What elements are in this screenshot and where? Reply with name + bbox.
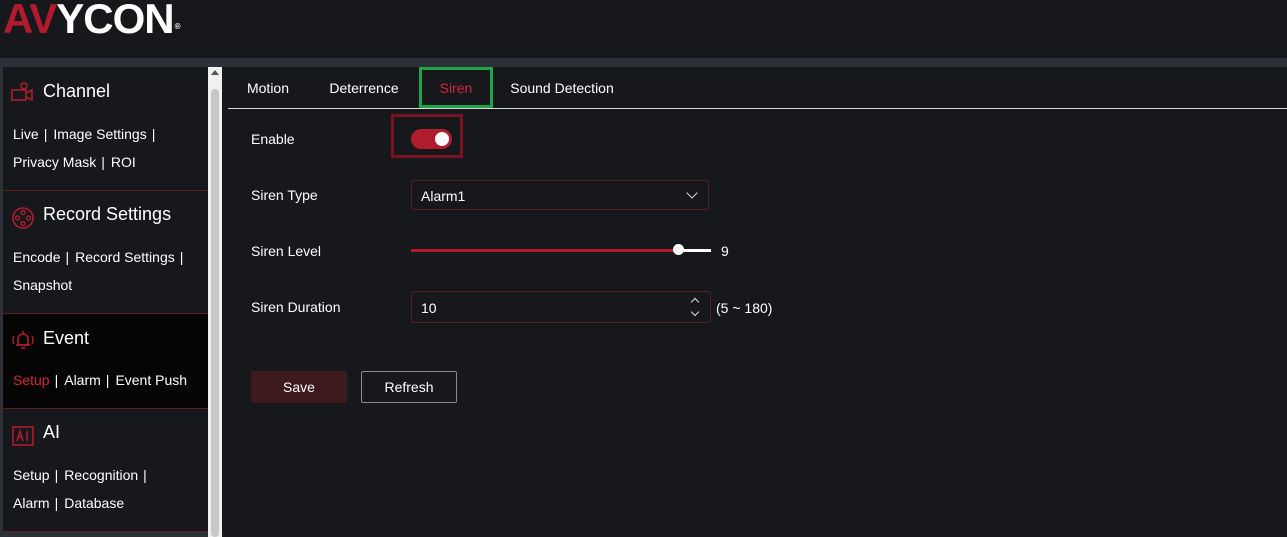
- link-recognition[interactable]: Recognition: [64, 467, 138, 483]
- sidebar-section-ai: AI Setup | Recognition | Alarm | Database: [3, 409, 208, 532]
- slider-fill: [411, 249, 678, 252]
- siren-duration-range: (5 ~ 180): [716, 300, 773, 316]
- siren-type-value: Alarm1: [421, 188, 466, 204]
- toggle-knob: [435, 132, 449, 146]
- siren-type-select[interactable]: Alarm1: [411, 180, 709, 210]
- siren-duration-value: 10: [421, 300, 437, 316]
- siren-duration-input[interactable]: 10: [411, 291, 711, 323]
- sidebar-title-channel: Channel: [43, 81, 111, 101]
- sidebar: Channel Live | Image Settings | Privacy Mas…: [0, 67, 222, 537]
- spin-up-icon[interactable]: [690, 297, 700, 307]
- spin-down-icon[interactable]: [690, 307, 700, 317]
- link-event-push[interactable]: Event Push: [115, 372, 187, 388]
- top-bar: AVYCON®: [0, 0, 1287, 58]
- sidebar-section-event: Event Setup | Alarm | Event Push: [3, 314, 208, 409]
- film-reel-icon: [12, 207, 34, 229]
- chevron-down-icon: [686, 187, 698, 199]
- tab-bar: Motion Deterrence Siren Sound Detection: [228, 67, 1287, 109]
- sidebar-section-record-settings: Record Settings Encode | Record Settings | …: [3, 191, 208, 314]
- record-links: Encode | Record Settings | Snapshot: [13, 249, 184, 293]
- link-snapshot[interactable]: Snapshot: [13, 277, 72, 293]
- tab-motion[interactable]: Motion: [232, 67, 304, 108]
- scroll-thumb[interactable]: [211, 89, 219, 537]
- sidebar-scrollbar[interactable]: [208, 67, 222, 537]
- link-database[interactable]: Database: [64, 495, 124, 511]
- enable-label: Enable: [251, 131, 295, 147]
- link-privacy-mask[interactable]: Privacy Mask: [13, 154, 96, 170]
- slider-handle[interactable]: [673, 244, 684, 255]
- save-button[interactable]: Save: [251, 371, 347, 403]
- link-setup-active[interactable]: Setup: [13, 372, 50, 388]
- camera-icon: [11, 82, 33, 102]
- siren-level-label: Siren Level: [251, 243, 322, 259]
- link-ai-alarm[interactable]: Alarm: [13, 495, 50, 511]
- link-live[interactable]: Live: [13, 126, 39, 142]
- link-alarm[interactable]: Alarm: [64, 372, 101, 388]
- sidebar-section-channel: Channel Live | Image Settings | Privacy Mas…: [3, 67, 208, 191]
- refresh-button[interactable]: Refresh: [361, 371, 457, 403]
- channel-links: Live | Image Settings | Privacy Mask | ROI: [13, 126, 156, 170]
- alarm-bell-icon: [12, 331, 34, 349]
- enable-toggle[interactable]: [411, 129, 452, 149]
- link-image-settings[interactable]: Image Settings: [53, 126, 146, 142]
- link-ai-setup[interactable]: Setup: [13, 467, 50, 483]
- header-divider: [0, 58, 1287, 67]
- sidebar-title-ai: AI: [43, 422, 61, 442]
- sidebar-title-event: Event: [43, 328, 90, 348]
- tab-sound-detection[interactable]: Sound Detection: [506, 67, 618, 108]
- event-links: Setup | Alarm | Event Push: [13, 372, 188, 388]
- ai-links: Setup | Recognition | Alarm | Database: [13, 467, 147, 511]
- scroll-up-arrow-icon[interactable]: [211, 70, 219, 75]
- ai-icon: [12, 426, 34, 446]
- siren-level-value: 9: [721, 243, 729, 259]
- siren-type-label: Siren Type: [251, 187, 318, 203]
- siren-level-slider[interactable]: [411, 244, 711, 255]
- link-record-settings[interactable]: Record Settings: [75, 249, 175, 265]
- link-roi[interactable]: ROI: [111, 154, 136, 170]
- link-encode[interactable]: Encode: [13, 249, 60, 265]
- avycon-logo: AVYCON®: [3, 0, 180, 42]
- siren-duration-label: Siren Duration: [251, 299, 341, 315]
- tab-deterrence[interactable]: Deterrence: [320, 67, 408, 108]
- main-panel: Motion Deterrence Siren Sound Detection …: [228, 67, 1287, 537]
- tab-siren[interactable]: Siren: [419, 67, 493, 108]
- sidebar-title-record-settings: Record Settings: [43, 204, 172, 224]
